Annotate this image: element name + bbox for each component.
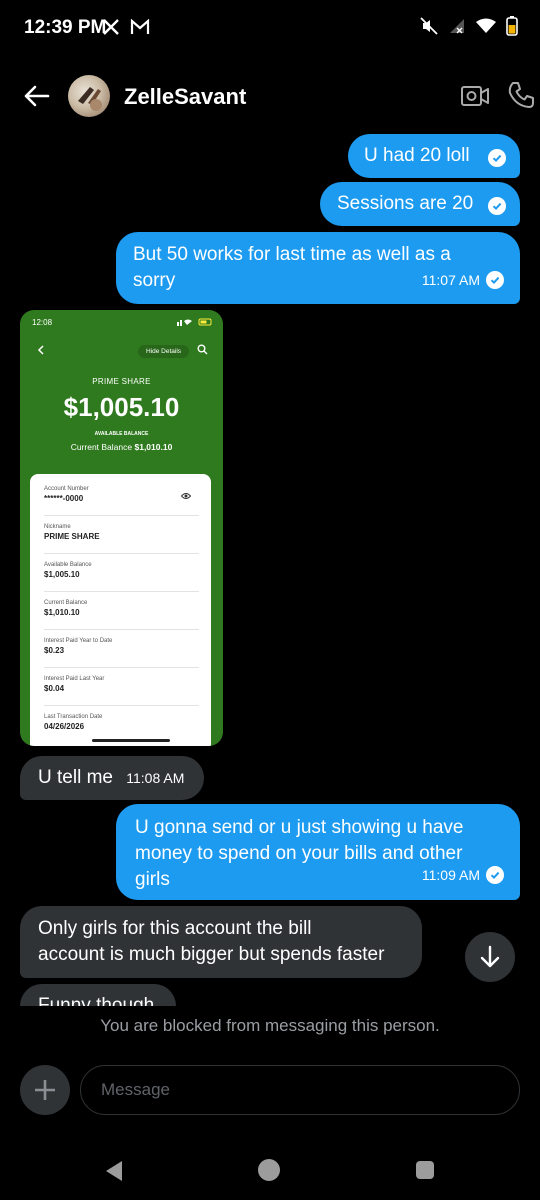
status-bar: 12:39 PM [0,0,540,56]
shot-back-icon [37,345,44,355]
read-receipt-icon [486,866,504,884]
bank-screenshot-image[interactable]: 12:08 Hide Details PRIME SHARE $1,005.10… [20,310,223,746]
wifi-icon [476,18,496,33]
message-list[interactable]: U had 20 loll Sessions are 20 But 50 wor… [0,126,540,1006]
video-call-icon[interactable] [460,82,490,110]
message-text-line: U gonna send or u just showing u have [135,817,464,838]
message-text-line: account is much bigger but spends faster [38,944,385,965]
shot-detail-row: Last Transaction Date 04/26/2026 [44,714,103,731]
add-media-button[interactable] [20,1065,70,1115]
contact-name[interactable]: ZelleSavant [124,84,246,110]
mute-icon [420,17,438,35]
shot-detail-row: Available Balance $1,005.10 [44,562,199,592]
message-bubble-sent[interactable]: Sessions are 20 [320,182,520,226]
shot-detail-row: Interest Paid Year to Date $0.23 [44,638,199,668]
message-bubble-sent[interactable]: U had 20 loll [348,134,520,178]
message-timestamp: 11:09 AM [421,867,480,883]
message-text-line: But 50 works for last time as well as a [133,244,451,265]
message-bubble-received[interactable]: Only girls for this account the bill acc… [20,906,422,978]
shot-search-icon [197,344,208,355]
avatar[interactable] [68,75,110,117]
nav-recents-icon[interactable] [416,1161,434,1179]
plus-icon [35,1080,55,1100]
shot-status-time: 12:08 [32,318,53,327]
message-text: Funny though [38,995,155,1006]
shot-current-balance: Current Balance $1,010.10 [70,442,173,452]
shot-hide-details: Hide Details [138,345,190,358]
shot-available-label: AVAILABLE BALANCE [94,431,149,437]
shot-eye-icon [181,493,191,499]
status-time: 12:39 PM [24,17,107,38]
nav-back-icon[interactable] [104,1160,124,1182]
shot-account-title: PRIME SHARE [92,377,151,386]
phone-call-icon[interactable] [506,80,536,110]
shot-home-indicator [92,739,170,742]
message-timestamp: 11:07 AM [421,272,480,288]
message-text: U had 20 loll [364,145,470,166]
shot-status-icons [177,318,212,326]
arrow-down-icon [480,945,500,968]
nav-home-icon[interactable] [258,1159,280,1181]
read-receipt-icon [486,271,504,289]
message-bubble-received[interactable]: U tell me 11:08 AM [20,756,204,800]
shot-detail-row: Account Number ******-0000 [44,486,199,516]
read-receipt-icon [488,197,506,215]
message-text: U tell me [38,767,113,788]
message-meta: 11:09 AM [422,862,504,888]
back-arrow-icon[interactable] [20,80,52,112]
shot-details-card: Account Number ******-0000 Nickname PRIM… [30,474,211,746]
shot-detail-row: Current Balance $1,010.10 [44,600,199,630]
shot-detail-row: Nickname PRIME SHARE [44,524,199,554]
avatar-image [78,87,102,111]
message-text: Sessions are 20 [337,193,474,214]
battery-icon [506,16,518,36]
system-navigation-bar [0,1140,540,1200]
shot-detail-row: Interest Paid Last Year $0.04 [44,676,199,706]
gmail-icon [130,19,150,34]
message-timestamp: 11:08 AM [126,770,185,786]
message-bubble-received[interactable]: Funny though [20,984,176,1006]
message-input[interactable] [80,1065,520,1115]
scroll-to-bottom-button[interactable] [465,932,515,982]
message-text-line: Only girls for this account the bill [38,918,312,939]
blocked-notice: You are blocked from messaging this pers… [100,1016,440,1035]
conversation-header: ZelleSavant [0,66,540,126]
shot-amount: $1,005.10 [63,392,180,422]
signal-icon [450,19,464,34]
message-meta: 11:07 AM [422,267,504,293]
read-receipt-icon [488,149,506,167]
message-bubble-sent[interactable]: U gonna send or u just showing u have mo… [116,804,520,900]
message-bubble-sent[interactable]: But 50 works for last time as well as a … [116,232,520,304]
x-logo-icon [103,19,119,35]
